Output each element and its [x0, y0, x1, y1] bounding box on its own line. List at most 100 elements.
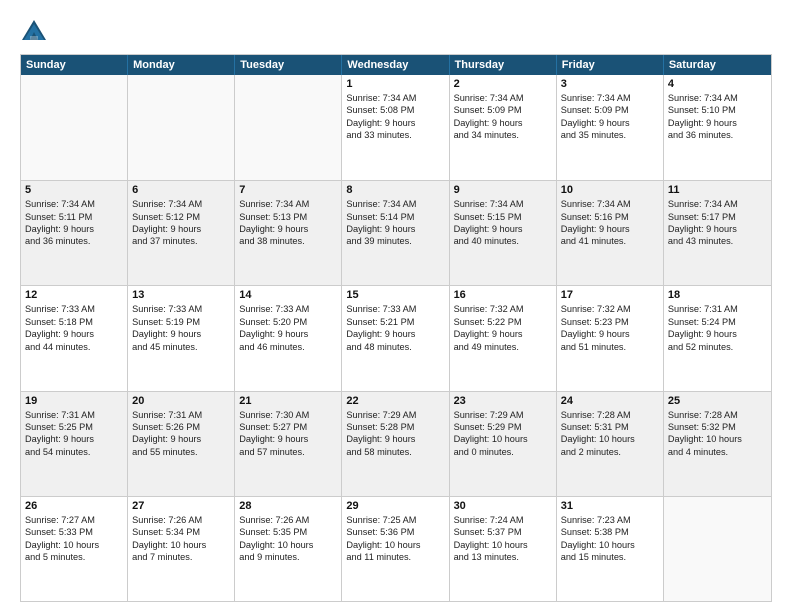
calendar-cell: 16Sunrise: 7:32 AMSunset: 5:22 PMDayligh… [450, 286, 557, 390]
cell-info-line: Daylight: 10 hours [561, 539, 659, 551]
logo [20, 18, 52, 46]
cell-info-line: and 40 minutes. [454, 235, 552, 247]
cell-info-line: Daylight: 9 hours [561, 328, 659, 340]
day-number: 22 [346, 395, 444, 407]
cell-info-line: Sunrise: 7:34 AM [668, 198, 767, 210]
day-number: 13 [132, 289, 230, 301]
cell-info-line: Sunrise: 7:27 AM [25, 514, 123, 526]
calendar-cell: 26Sunrise: 7:27 AMSunset: 5:33 PMDayligh… [21, 497, 128, 601]
cell-info-line: Daylight: 10 hours [346, 539, 444, 551]
cell-info-line: Sunset: 5:20 PM [239, 316, 337, 328]
cell-info-line: Sunset: 5:10 PM [668, 104, 767, 116]
cell-info-line: Sunrise: 7:24 AM [454, 514, 552, 526]
cell-info-line: and 49 minutes. [454, 341, 552, 353]
cell-info-line: Sunset: 5:24 PM [668, 316, 767, 328]
cell-info-line: Sunrise: 7:34 AM [25, 198, 123, 210]
header-day-sunday: Sunday [21, 55, 128, 75]
calendar-week-3: 12Sunrise: 7:33 AMSunset: 5:18 PMDayligh… [21, 285, 771, 390]
cell-info-line: and 35 minutes. [561, 129, 659, 141]
cell-info-line: Daylight: 9 hours [25, 433, 123, 445]
cell-info-line: Sunrise: 7:31 AM [25, 409, 123, 421]
day-number: 14 [239, 289, 337, 301]
cell-info-line: Sunrise: 7:26 AM [239, 514, 337, 526]
cell-info-line: and 41 minutes. [561, 235, 659, 247]
cell-info-line: and 44 minutes. [25, 341, 123, 353]
cell-info-line: Sunset: 5:21 PM [346, 316, 444, 328]
cell-info-line: Sunrise: 7:30 AM [239, 409, 337, 421]
cell-info-line: and 51 minutes. [561, 341, 659, 353]
cell-info-line: Sunrise: 7:31 AM [668, 303, 767, 315]
day-number: 20 [132, 395, 230, 407]
day-number: 21 [239, 395, 337, 407]
cell-info-line: Sunrise: 7:33 AM [132, 303, 230, 315]
cell-info-line: Sunrise: 7:26 AM [132, 514, 230, 526]
calendar-cell: 30Sunrise: 7:24 AMSunset: 5:37 PMDayligh… [450, 497, 557, 601]
day-number: 4 [668, 78, 767, 90]
cell-info-line: Sunrise: 7:28 AM [561, 409, 659, 421]
cell-info-line: Sunset: 5:22 PM [454, 316, 552, 328]
cell-info-line: Daylight: 9 hours [346, 117, 444, 129]
calendar-cell [21, 75, 128, 180]
cell-info-line: Daylight: 9 hours [454, 223, 552, 235]
cell-info-line: Sunset: 5:28 PM [346, 421, 444, 433]
calendar-cell: 1Sunrise: 7:34 AMSunset: 5:08 PMDaylight… [342, 75, 449, 180]
calendar-body: 1Sunrise: 7:34 AMSunset: 5:08 PMDaylight… [21, 75, 771, 601]
cell-info-line: Sunset: 5:23 PM [561, 316, 659, 328]
calendar-cell [235, 75, 342, 180]
cell-info-line: Sunset: 5:26 PM [132, 421, 230, 433]
calendar-cell: 28Sunrise: 7:26 AMSunset: 5:35 PMDayligh… [235, 497, 342, 601]
day-number: 28 [239, 500, 337, 512]
cell-info-line: Sunrise: 7:34 AM [561, 92, 659, 104]
cell-info-line: and 37 minutes. [132, 235, 230, 247]
day-number: 10 [561, 184, 659, 196]
cell-info-line: and 52 minutes. [668, 341, 767, 353]
calendar-cell [664, 497, 771, 601]
cell-info-line: Daylight: 10 hours [454, 539, 552, 551]
cell-info-line: Daylight: 9 hours [25, 328, 123, 340]
calendar-cell: 29Sunrise: 7:25 AMSunset: 5:36 PMDayligh… [342, 497, 449, 601]
cell-info-line: Daylight: 10 hours [132, 539, 230, 551]
cell-info-line: Daylight: 9 hours [668, 223, 767, 235]
header-day-saturday: Saturday [664, 55, 771, 75]
cell-info-line: Sunset: 5:31 PM [561, 421, 659, 433]
cell-info-line: Sunset: 5:13 PM [239, 211, 337, 223]
cell-info-line: Daylight: 9 hours [239, 328, 337, 340]
cell-info-line: Sunrise: 7:34 AM [454, 198, 552, 210]
cell-info-line: Sunset: 5:33 PM [25, 526, 123, 538]
cell-info-line: Sunset: 5:36 PM [346, 526, 444, 538]
cell-info-line: and 55 minutes. [132, 446, 230, 458]
cell-info-line: Daylight: 9 hours [239, 223, 337, 235]
calendar-cell: 5Sunrise: 7:34 AMSunset: 5:11 PMDaylight… [21, 181, 128, 285]
header-day-friday: Friday [557, 55, 664, 75]
calendar-cell: 31Sunrise: 7:23 AMSunset: 5:38 PMDayligh… [557, 497, 664, 601]
cell-info-line: Sunrise: 7:33 AM [25, 303, 123, 315]
cell-info-line: and 57 minutes. [239, 446, 337, 458]
calendar-cell: 10Sunrise: 7:34 AMSunset: 5:16 PMDayligh… [557, 181, 664, 285]
cell-info-line: Daylight: 9 hours [239, 433, 337, 445]
cell-info-line: Daylight: 9 hours [25, 223, 123, 235]
cell-info-line: Daylight: 9 hours [132, 223, 230, 235]
cell-info-line: and 45 minutes. [132, 341, 230, 353]
calendar-cell: 22Sunrise: 7:29 AMSunset: 5:28 PMDayligh… [342, 392, 449, 496]
cell-info-line: and 9 minutes. [239, 551, 337, 563]
cell-info-line: Sunrise: 7:23 AM [561, 514, 659, 526]
calendar-week-4: 19Sunrise: 7:31 AMSunset: 5:25 PMDayligh… [21, 391, 771, 496]
cell-info-line: Sunset: 5:17 PM [668, 211, 767, 223]
day-number: 17 [561, 289, 659, 301]
calendar-cell: 25Sunrise: 7:28 AMSunset: 5:32 PMDayligh… [664, 392, 771, 496]
header-day-wednesday: Wednesday [342, 55, 449, 75]
calendar-week-2: 5Sunrise: 7:34 AMSunset: 5:11 PMDaylight… [21, 180, 771, 285]
calendar-cell: 2Sunrise: 7:34 AMSunset: 5:09 PMDaylight… [450, 75, 557, 180]
cell-info-line: Sunrise: 7:29 AM [346, 409, 444, 421]
cell-info-line: Sunrise: 7:34 AM [561, 198, 659, 210]
calendar-cell: 21Sunrise: 7:30 AMSunset: 5:27 PMDayligh… [235, 392, 342, 496]
header-day-tuesday: Tuesday [235, 55, 342, 75]
day-number: 31 [561, 500, 659, 512]
day-number: 29 [346, 500, 444, 512]
cell-info-line: Daylight: 9 hours [132, 328, 230, 340]
day-number: 19 [25, 395, 123, 407]
cell-info-line: and 15 minutes. [561, 551, 659, 563]
cell-info-line: and 5 minutes. [25, 551, 123, 563]
cell-info-line: and 43 minutes. [668, 235, 767, 247]
calendar-cell: 4Sunrise: 7:34 AMSunset: 5:10 PMDaylight… [664, 75, 771, 180]
